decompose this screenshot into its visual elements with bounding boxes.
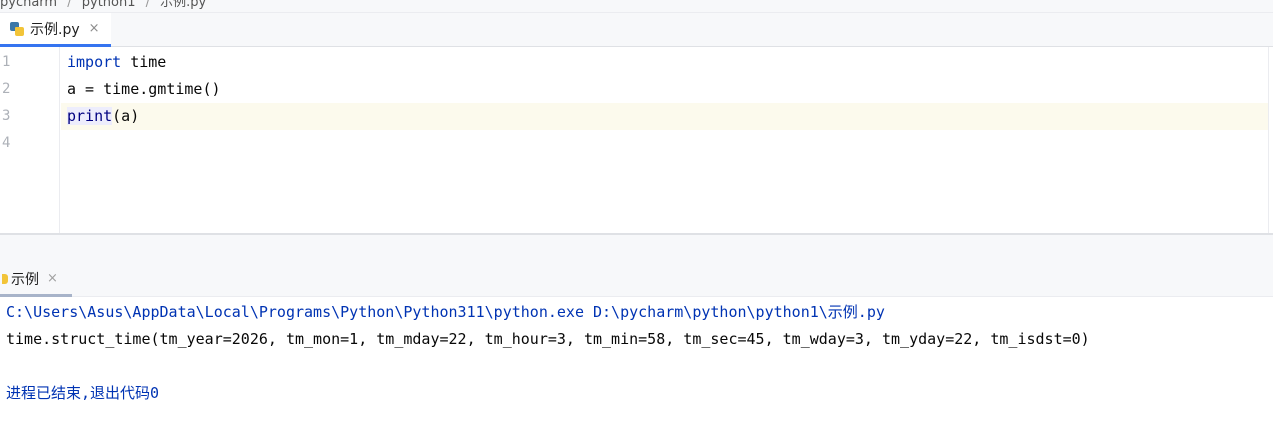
editor-scrollbar[interactable] bbox=[1268, 47, 1273, 233]
code-area[interactable]: import time a = time.gmtime() print(a) bbox=[61, 47, 1268, 233]
run-config-icon bbox=[2, 273, 8, 284]
line-number: 4 bbox=[2, 135, 11, 151]
code-line[interactable] bbox=[61, 130, 1268, 157]
run-console[interactable]: C:\Users\Asus\AppData\Local\Programs\Pyt… bbox=[0, 297, 1273, 441]
code-line[interactable]: a = time.gmtime() bbox=[61, 76, 1268, 103]
console-command-line[interactable]: C:\Users\Asus\AppData\Local\Programs\Pyt… bbox=[6, 299, 885, 326]
console-output-line: time.struct_time(tm_year=2026, tm_mon=1,… bbox=[6, 330, 1090, 348]
breadcrumb-item[interactable]: python1 bbox=[82, 0, 136, 10]
breadcrumb-item[interactable]: pycharm bbox=[0, 0, 57, 10]
editor-tab[interactable]: 示例.py × bbox=[0, 13, 111, 47]
code-line-current[interactable]: print(a) bbox=[61, 103, 1268, 130]
close-icon[interactable]: × bbox=[47, 271, 58, 286]
editor-tab-label: 示例.py bbox=[30, 21, 80, 38]
run-tab-bar: 示例 × bbox=[0, 263, 1273, 297]
keyword-token: import bbox=[67, 53, 122, 71]
code-token: a = time.gmtime() bbox=[67, 80, 221, 98]
breadcrumb-separator: / bbox=[145, 0, 151, 10]
code-editor[interactable]: 1 2 3 4 import time a = time.gmtime() pr… bbox=[0, 47, 1273, 233]
line-number: 2 bbox=[2, 81, 11, 97]
run-tab[interactable]: 示例 × bbox=[0, 263, 72, 297]
line-number: 1 bbox=[2, 54, 11, 70]
editor-tab-bar: 示例.py × bbox=[0, 13, 1273, 47]
builtin-token: print bbox=[67, 107, 113, 125]
close-icon[interactable]: × bbox=[89, 21, 100, 36]
code-line[interactable]: import time bbox=[61, 49, 1268, 76]
run-tab-label: 示例 bbox=[11, 271, 39, 288]
code-token: (a) bbox=[112, 107, 140, 125]
breadcrumb-item[interactable]: 示例.py bbox=[160, 0, 206, 10]
breadcrumb: pycharm / python1 / 示例.py bbox=[0, 0, 1273, 13]
line-number: 3 bbox=[2, 108, 11, 124]
code-token: time bbox=[121, 53, 167, 71]
breadcrumb-separator: / bbox=[67, 0, 72, 10]
panel-splitter[interactable] bbox=[0, 233, 1273, 263]
line-number-gutter: 1 2 3 4 bbox=[0, 47, 60, 233]
console-exit-message: 进程已结束,退出代码0 bbox=[6, 384, 160, 402]
python-file-icon bbox=[9, 21, 25, 37]
